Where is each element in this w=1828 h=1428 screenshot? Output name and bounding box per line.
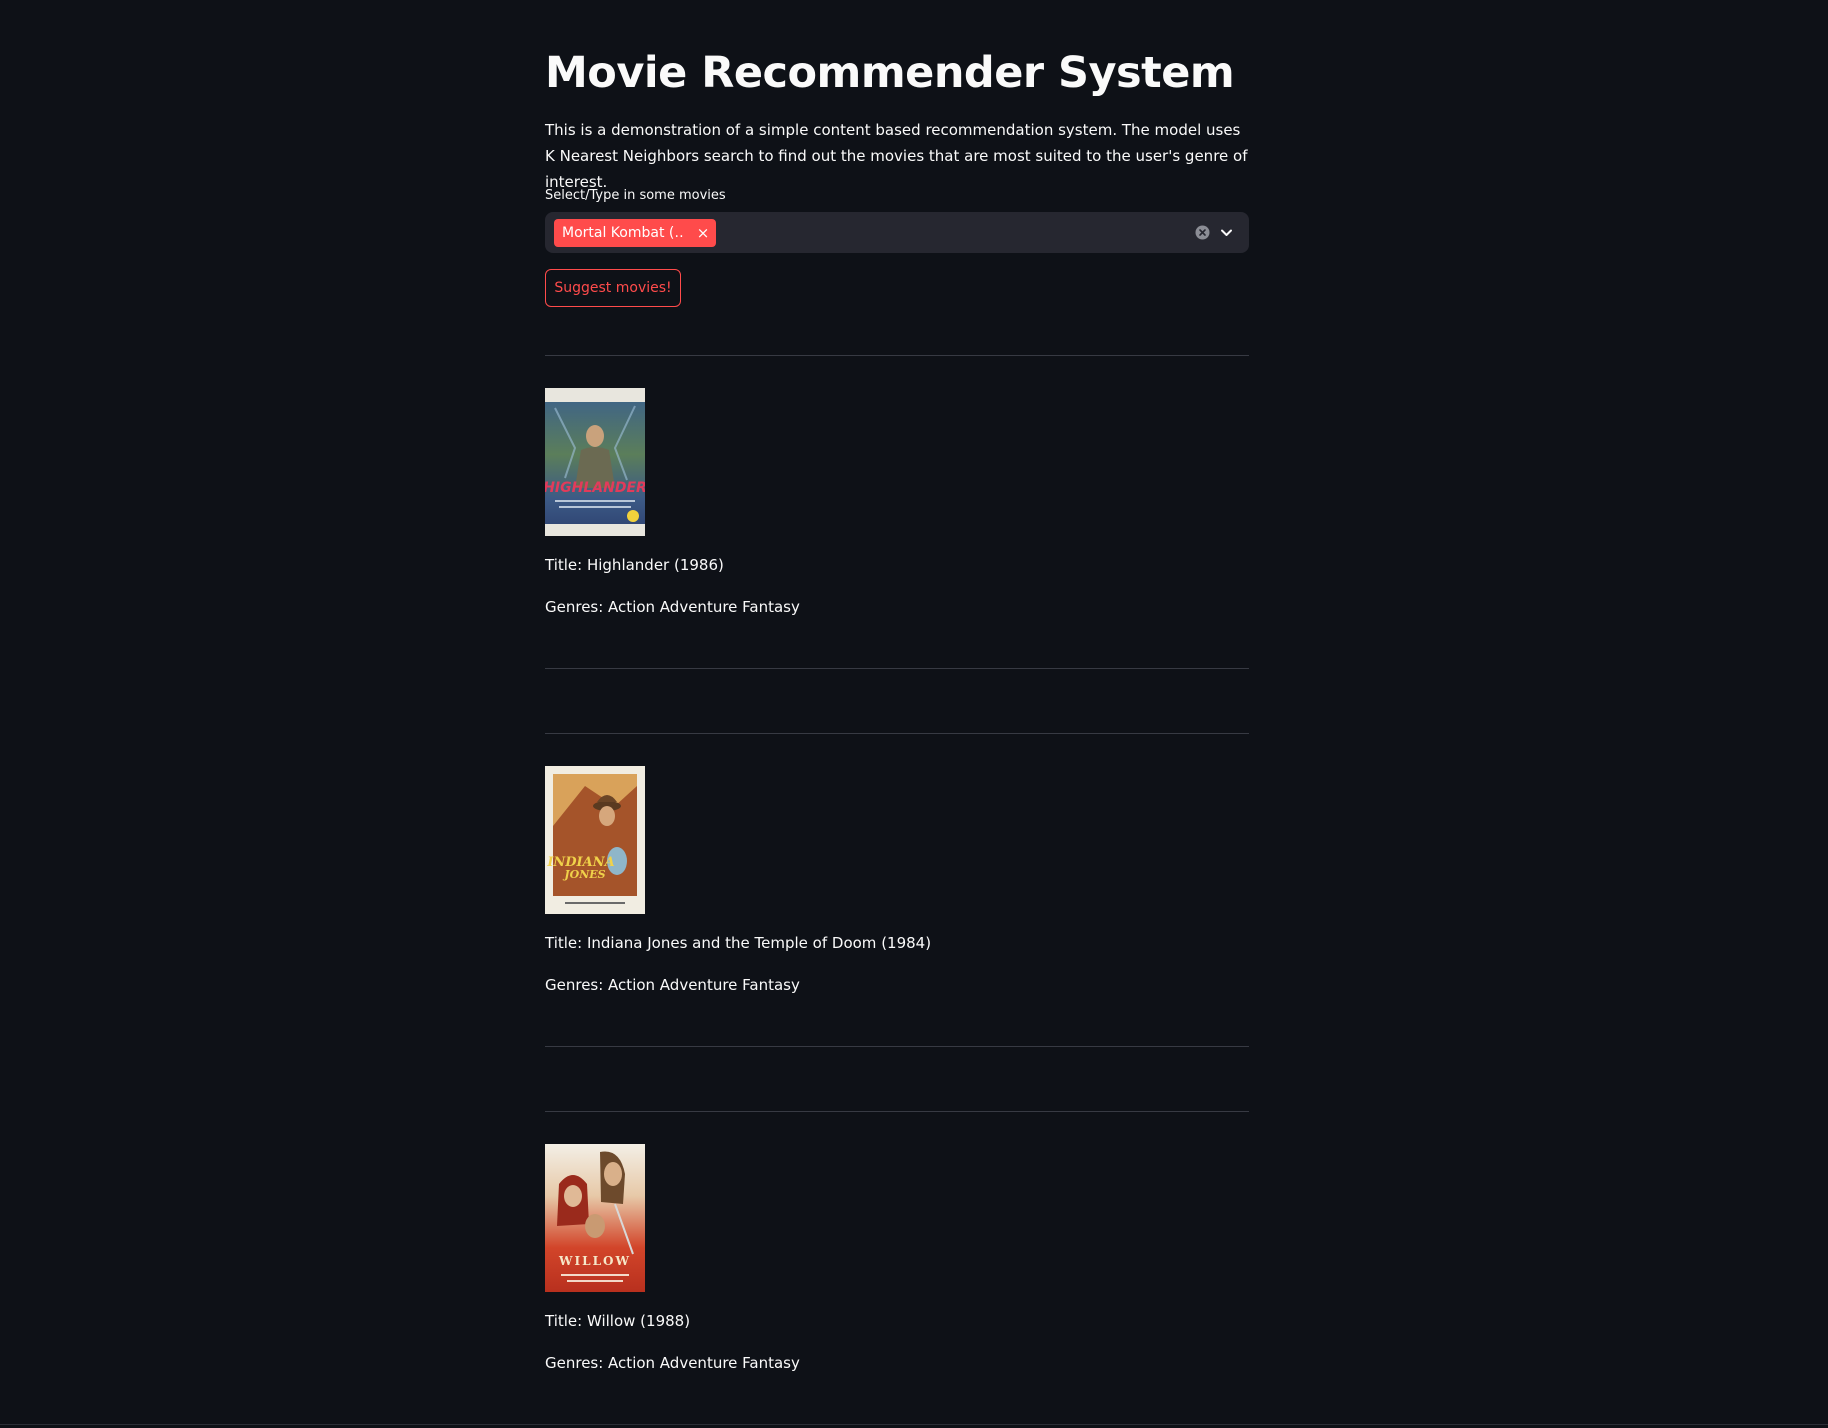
indiana-jones-poster-icon: INDIANA JONES <box>545 766 645 914</box>
movie-title: Title: Willow (1988) <box>545 1312 691 1330</box>
divider <box>545 668 1249 669</box>
svg-text:JONES: JONES <box>562 868 605 881</box>
page-title: Movie Recommender System <box>545 48 1235 98</box>
divider <box>545 733 1249 734</box>
highlander-poster-icon: HIGHLANDER <box>545 388 645 536</box>
divider <box>545 1111 1249 1112</box>
movie-title: Title: Indiana Jones and the Temple of D… <box>545 934 932 952</box>
movie-multiselect[interactable]: Mortal Kombat (… × <box>545 212 1249 253</box>
movie-genres: Genres: Action Adventure Fantasy <box>545 1354 800 1372</box>
selected-movie-tag: Mortal Kombat (… × <box>554 219 716 247</box>
chevron-down-icon[interactable] <box>1219 225 1234 240</box>
divider <box>545 1046 1249 1047</box>
divider <box>545 355 1249 356</box>
movie-select-label: Select/Type in some movies <box>545 188 726 203</box>
svg-text:HIGHLANDER: HIGHLANDER <box>545 480 645 496</box>
selected-movie-tag-label: Mortal Kombat (… <box>562 225 684 241</box>
willow-poster-icon: WILLOW <box>545 1144 645 1292</box>
remove-tag-icon[interactable]: × <box>696 219 710 247</box>
movie-title: Title: Highlander (1986) <box>545 556 724 574</box>
movie-genres: Genres: Action Adventure Fantasy <box>545 976 800 994</box>
page-description: This is a demonstration of a simple cont… <box>545 121 1248 191</box>
page-bottom-divider <box>0 1424 1828 1425</box>
svg-text:WILLOW: WILLOW <box>558 1254 631 1268</box>
movie-genres: Genres: Action Adventure Fantasy <box>545 598 800 616</box>
suggest-movies-button[interactable]: Suggest movies! <box>545 269 681 307</box>
clear-all-icon[interactable] <box>1195 225 1210 240</box>
